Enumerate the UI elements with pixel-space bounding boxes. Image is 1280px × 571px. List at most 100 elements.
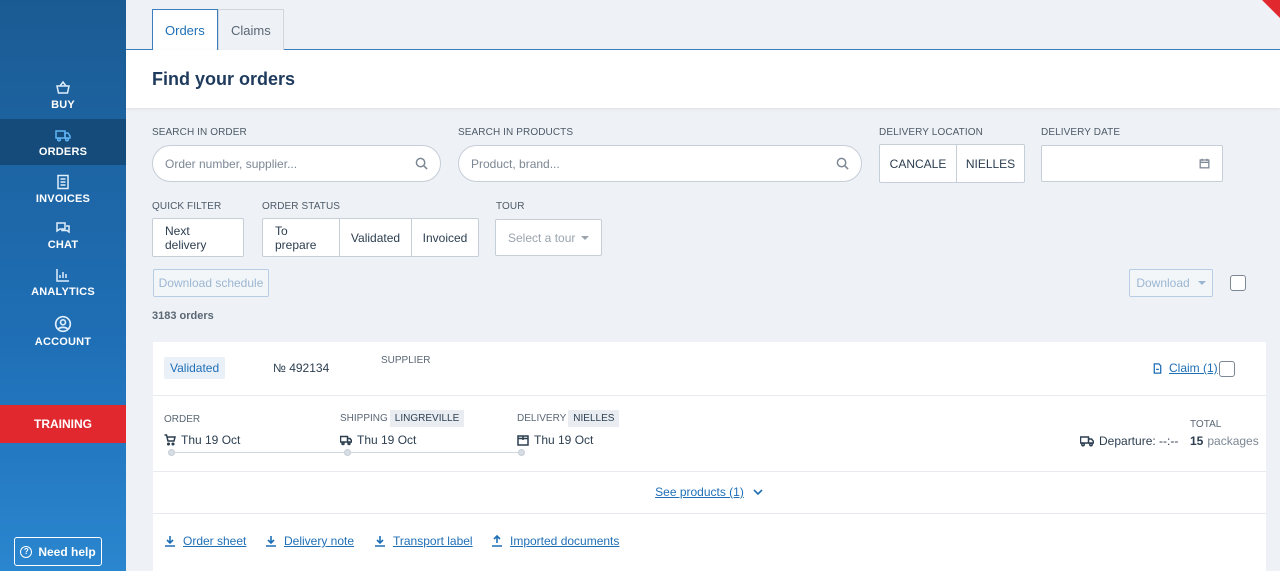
sidebar-item-account[interactable]: ACCOUNT	[0, 307, 126, 355]
sidebar-item-label: ACCOUNT	[34, 335, 92, 348]
order-date-label: ORDER	[164, 414, 201, 425]
quick-filter-selector: Next delivery	[152, 218, 244, 257]
total-count: 15	[1190, 434, 1204, 448]
tab-claims[interactable]: Claims	[218, 9, 284, 50]
shipping-date-value: Thu 19 Oct	[357, 433, 417, 447]
download-button[interactable]: Download	[1129, 269, 1213, 297]
transport-label-link[interactable]: Transport label	[374, 534, 473, 548]
departure-info: Departure: --:--	[1080, 434, 1178, 448]
delivery-date-input[interactable]	[1041, 145, 1223, 182]
delivery-label: DELIVERY NIELLES	[517, 410, 620, 427]
upload-icon	[492, 535, 502, 547]
delivery-label-text: DELIVERY	[517, 413, 567, 424]
status-badge: Validated	[164, 357, 226, 379]
imported-documents-label: Imported documents	[510, 534, 620, 548]
tab-bar: Orders Claims	[126, 0, 1280, 51]
truck-icon	[55, 129, 71, 142]
select-all-checkbox[interactable]	[1230, 275, 1246, 291]
download-button-label: Download	[1136, 276, 1190, 290]
total-packages: 15 packages	[1190, 434, 1259, 448]
see-products-toggle[interactable]: See products (1)	[153, 485, 1266, 499]
download-icon	[375, 536, 385, 547]
timeline-dot-delivery	[518, 449, 525, 456]
package-icon	[517, 435, 529, 446]
delivery-date: Thu 19 Oct	[517, 433, 593, 447]
shipping-label-text: SHIPPING	[340, 413, 388, 424]
total-unit: packages	[1207, 434, 1259, 448]
search-order-placeholder: Order number, supplier...	[165, 156, 298, 171]
sidebar-item-chat[interactable]: CHAT	[0, 212, 126, 258]
order-date: Thu 19 Oct	[164, 433, 240, 447]
sidebar-item-invoices[interactable]: INVOICES	[0, 166, 126, 212]
delivery-note-label: Delivery note	[284, 534, 355, 548]
tab-orders[interactable]: Orders	[152, 9, 218, 51]
search-products-placeholder: Product, brand...	[471, 156, 560, 171]
shipping-location-tag: LINGREVILLE	[389, 410, 465, 427]
search-products-input[interactable]: Product, brand...	[458, 145, 862, 182]
search-icon	[836, 157, 849, 170]
tour-select[interactable]: Select a tour	[495, 219, 602, 256]
download-icon	[266, 536, 276, 547]
quick-filter-label: QUICK FILTER	[152, 201, 222, 212]
timeline-dot-shipping	[344, 449, 351, 456]
order-sheet-link[interactable]: Order sheet	[164, 534, 246, 548]
tour-label: TOUR	[496, 201, 525, 212]
sidebar-item-label: INVOICES	[35, 192, 91, 205]
search-order-input[interactable]: Order number, supplier...	[152, 145, 441, 182]
see-products-label: See products (1)	[655, 485, 744, 499]
sidebar-item-label: BUY	[51, 98, 75, 111]
chat-icon	[56, 221, 70, 233]
location-option-cancale[interactable]: CANCALE	[880, 145, 957, 182]
divider	[153, 513, 1266, 514]
sidebar-item-label: ORDERS	[38, 145, 88, 158]
order-count: 3183 orders	[152, 310, 214, 322]
status-option-to-prepare[interactable]: To prepare	[263, 219, 340, 256]
order-date-value: Thu 19 Oct	[181, 433, 241, 447]
training-button[interactable]: TRAINING	[0, 405, 126, 443]
imported-documents-link[interactable]: Imported documents	[491, 534, 619, 548]
title-bar: Find your orders	[126, 50, 1280, 108]
need-help-label: Need help	[38, 544, 96, 559]
sidebar-item-analytics[interactable]: ANALYTICS	[0, 259, 126, 305]
sidebar-item-label: CHAT	[47, 238, 79, 251]
download-schedule-button[interactable]: Download schedule	[153, 269, 269, 297]
order-number: № 492134	[273, 361, 330, 375]
order-card: Validated № 492134 SUPPLIER Claim (1) OR…	[153, 342, 1266, 571]
divider	[153, 471, 1266, 472]
tour-select-placeholder: Select a tour	[508, 230, 576, 245]
status-option-validated[interactable]: Validated	[340, 219, 412, 256]
bar-chart-icon	[56, 268, 69, 282]
cart-icon	[164, 434, 176, 446]
total-label: TOTAL	[1190, 419, 1222, 430]
status-option-invoiced[interactable]: Invoiced	[412, 219, 478, 256]
sidebar-item-buy[interactable]: BUY	[0, 72, 126, 118]
order-status-selector: To prepare Validated Invoiced	[262, 218, 479, 257]
delivery-truck-icon	[1080, 436, 1094, 447]
caret-down-icon	[581, 235, 589, 240]
corner-ribbon	[1262, 0, 1280, 18]
page-title: Find your orders	[152, 69, 296, 89]
search-products-label: SEARCH IN PRODUCTS	[458, 127, 574, 138]
sidebar: BUY ORDERS INVOICES CHAT ANALYTICS ACCOU…	[0, 0, 126, 571]
need-help-button[interactable]: ? Need help	[14, 537, 102, 566]
delivery-location-selector: CANCALE NIELLES	[879, 144, 1025, 183]
calendar-icon	[1199, 158, 1210, 169]
truck-icon	[340, 435, 352, 446]
location-option-nielles[interactable]: NIELLES	[957, 145, 1024, 182]
sidebar-item-orders[interactable]: ORDERS	[0, 119, 126, 165]
delivery-note-link[interactable]: Delivery note	[265, 534, 354, 548]
basket-icon	[56, 80, 70, 94]
download-icon	[165, 536, 175, 547]
claim-link[interactable]: Claim (1)	[1152, 361, 1218, 375]
quick-filter-next-delivery[interactable]: Next delivery	[153, 219, 243, 256]
caret-down-icon	[1197, 281, 1206, 285]
search-order-label: SEARCH IN ORDER	[152, 127, 247, 138]
supplier-label: SUPPLIER	[381, 355, 431, 366]
delivery-location-tag: NIELLES	[568, 410, 620, 427]
shipping-label: SHIPPING LINGREVILLE	[340, 410, 465, 427]
order-status-label: ORDER STATUS	[262, 201, 341, 212]
delivery-date-label: DELIVERY DATE	[1041, 127, 1121, 138]
timeline-dot-order	[168, 449, 175, 456]
divider	[153, 395, 1266, 396]
order-checkbox[interactable]	[1219, 361, 1235, 377]
